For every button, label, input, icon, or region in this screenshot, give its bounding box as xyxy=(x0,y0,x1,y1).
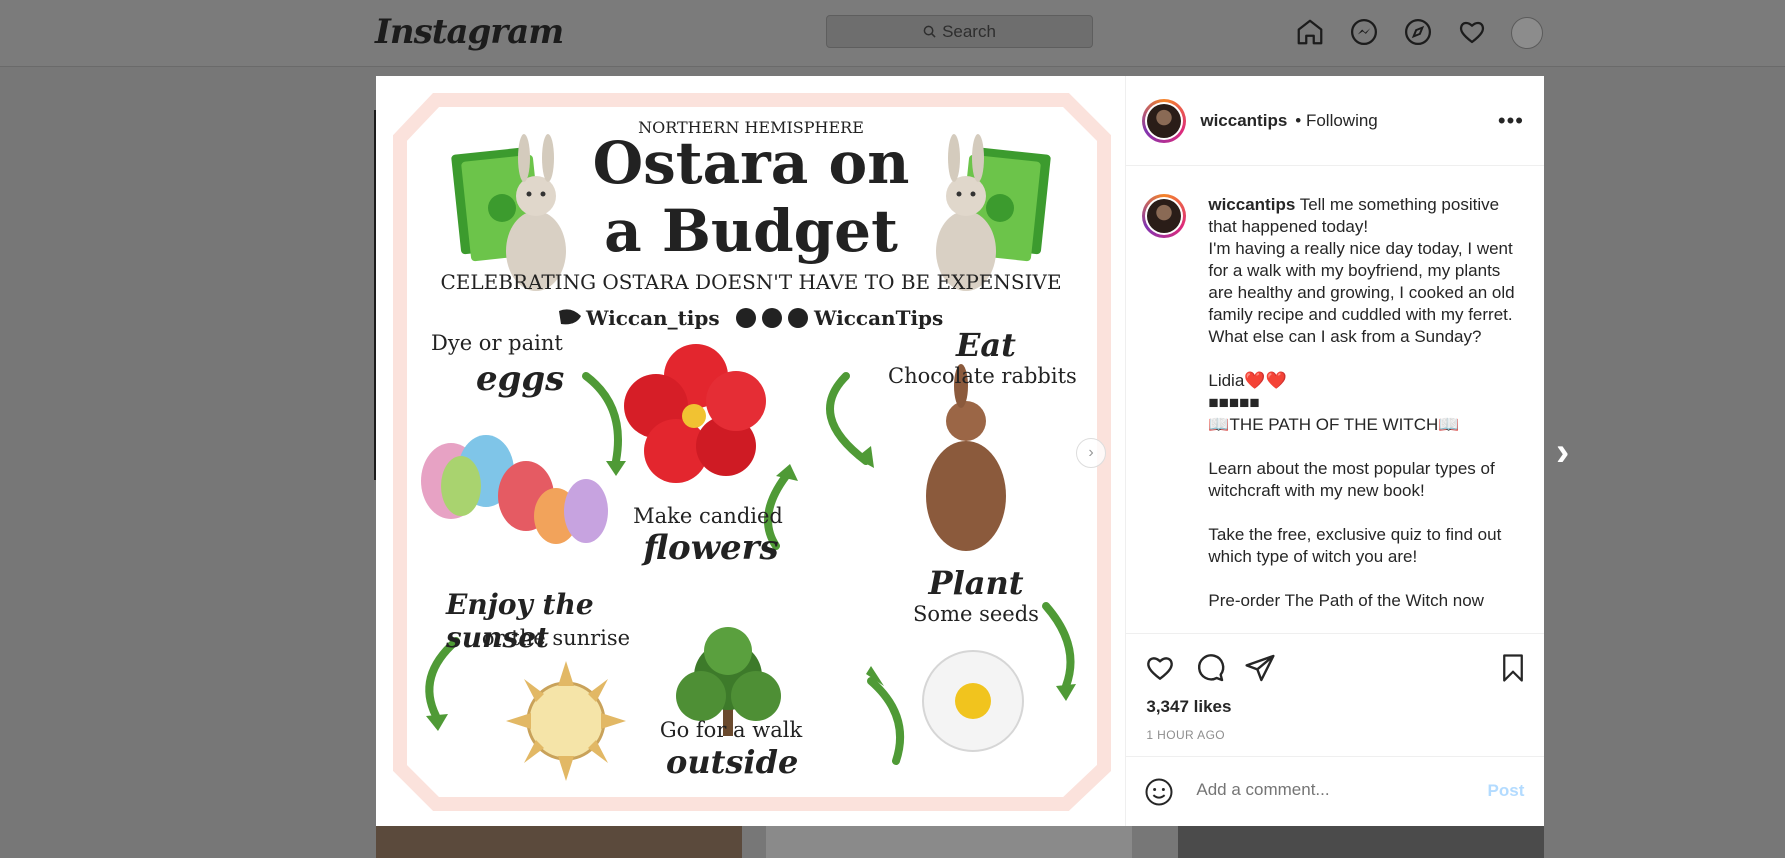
like-heart-icon[interactable] xyxy=(1144,652,1176,684)
comment-icon[interactable] xyxy=(1194,652,1226,684)
subtitle: CELEBRATING OSTARA DOESN'T HAVE TO BE EX… xyxy=(440,270,1062,294)
sunset-label: or the sunrise xyxy=(481,626,631,650)
walk-label: Go for a walk xyxy=(659,718,803,742)
twitter-handle: Wiccan_tips xyxy=(586,306,720,330)
likes-count[interactable]: 3,347 likes xyxy=(1146,697,1231,717)
carousel-next-button[interactable]: › xyxy=(1076,438,1106,468)
chevron-right-icon: › xyxy=(1088,444,1094,461)
emoji-icon[interactable] xyxy=(1144,777,1174,807)
caption-username[interactable]: wiccantips xyxy=(1208,195,1295,214)
post-image[interactable]: NORTHERN HEMISPHERE Ostara on a Budget C… xyxy=(376,76,1126,826)
grid-thumbnail-3 xyxy=(1178,826,1544,858)
easter-eggs-icon xyxy=(421,435,608,544)
post-header: wiccantips • Following ••• xyxy=(1126,76,1544,166)
action-buttons xyxy=(1144,652,1276,684)
search-placeholder: Search xyxy=(942,21,996,41)
compass-icon[interactable] xyxy=(1403,17,1433,47)
eggs-label: Dye or paint xyxy=(431,331,563,355)
user-avatar xyxy=(1147,103,1182,138)
eggs-script-label: eggs xyxy=(476,359,565,399)
instagram-logo[interactable]: Instagram xyxy=(375,12,564,52)
plant-script-label: Plant xyxy=(928,564,1024,602)
chocolate-bunny-icon xyxy=(926,364,1006,551)
eat-label: Chocolate rabbits xyxy=(888,364,1077,388)
comment-bar: Post xyxy=(1126,756,1545,827)
post-comment-button[interactable]: Post xyxy=(1488,781,1525,801)
messenger-icon[interactable] xyxy=(1349,17,1379,47)
title-line-1: Ostara on xyxy=(592,129,910,197)
username-link[interactable]: wiccantips xyxy=(1200,111,1287,131)
caption-text: wiccantips Tell me something positive th… xyxy=(1208,194,1518,612)
home-icon[interactable] xyxy=(1295,17,1325,47)
grid-thumbnail-2 xyxy=(766,826,1132,858)
comment-input[interactable] xyxy=(1194,779,1469,801)
eat-script-label: Eat xyxy=(956,326,1016,364)
caption-body: Tell me something positive that happened… xyxy=(1208,195,1515,610)
more-options-icon[interactable]: ••• xyxy=(1498,108,1524,134)
caption-area: wiccantips Tell me something positive th… xyxy=(1126,166,1544,633)
walk-script-label: outside xyxy=(666,743,799,781)
next-post-chevron-icon[interactable]: › xyxy=(1556,430,1569,475)
following-label[interactable]: • Following xyxy=(1295,111,1378,131)
top-navigation-bar: Instagram Search xyxy=(0,0,1785,67)
actions-section: 3,347 likes 1 HOUR AGO xyxy=(1126,633,1545,742)
post-modal: NORTHERN HEMISPHERE Ostara on a Budget C… xyxy=(376,76,1545,827)
share-icon[interactable] xyxy=(1244,652,1276,684)
nav-icons xyxy=(1295,17,1543,49)
flowers-script-label: flowers xyxy=(643,528,779,568)
sun-icon xyxy=(506,661,626,781)
post-sidebar: wiccantips • Following ••• wiccantips Te… xyxy=(1125,76,1545,827)
daisy-flower-icon xyxy=(922,650,1024,752)
flowers-label: Make candied xyxy=(633,504,783,528)
plant-label: Some seeds xyxy=(913,602,1039,626)
search-icon xyxy=(923,25,936,38)
grid-thumbnail-1 xyxy=(376,826,742,858)
story-ring[interactable] xyxy=(1142,98,1187,143)
title-line-2: a Budget xyxy=(604,197,898,265)
heart-icon[interactable] xyxy=(1457,17,1487,47)
social-handle: WiccanTips xyxy=(814,306,944,330)
avatar[interactable] xyxy=(1511,17,1543,49)
bookmark-icon[interactable] xyxy=(1498,652,1528,684)
search-box[interactable]: Search xyxy=(826,15,1093,48)
hibiscus-flower-icon xyxy=(624,344,766,483)
caption-avatar[interactable] xyxy=(1142,194,1187,238)
post-timestamp[interactable]: 1 HOUR AGO xyxy=(1146,728,1225,742)
